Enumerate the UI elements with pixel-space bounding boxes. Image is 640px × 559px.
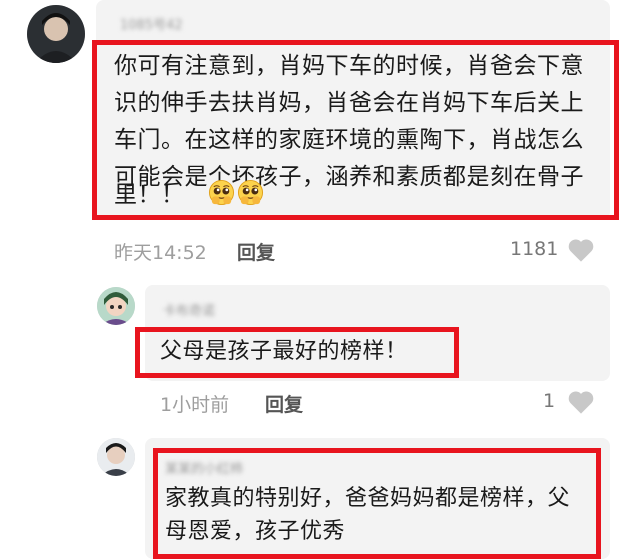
comment-username[interactable]: 卡布奇诺 [163, 300, 215, 319]
comment-line-text: 里！！ [114, 182, 185, 208]
avatar[interactable] [27, 5, 85, 63]
pleading-face-icon [238, 179, 264, 206]
like-count: 1181 [510, 238, 559, 260]
like-count: 1 [543, 390, 556, 412]
heart-icon[interactable] [567, 389, 595, 415]
comment-line: 你可有注意到，肖妈下车的时候，肖爸会下意 [114, 53, 584, 79]
pleading-face-icon [209, 179, 235, 206]
heart-icon[interactable] [567, 237, 595, 263]
reply-button[interactable]: 回复 [237, 238, 275, 265]
comment-time: 昨天14:52 [114, 242, 207, 264]
comment-username[interactable]: 1085号42 [120, 14, 183, 33]
avatar-photo [97, 438, 135, 476]
comment-line: 家教真的特别好，爸爸妈妈都是榜样，父 [165, 486, 571, 511]
avatar[interactable] [97, 287, 135, 325]
comment-line: 母恩爱，孩子优秀 [165, 519, 346, 544]
comment-time: 1小时前 [160, 394, 230, 416]
avatar-photo [27, 5, 85, 63]
comment-line: 识的伸手去扶肖妈，肖爸会在肖妈下车后关上 [114, 90, 584, 116]
avatar[interactable] [97, 438, 135, 476]
comment-text: 父母是孩子最好的榜样！ [160, 339, 408, 364]
comment-line: 车门。在这样的家庭环境的熏陶下，肖战怎么 [114, 127, 584, 153]
comment-line-last: 里！！ [114, 177, 266, 214]
avatar-photo [97, 287, 135, 325]
reply-button[interactable]: 回复 [265, 390, 303, 417]
